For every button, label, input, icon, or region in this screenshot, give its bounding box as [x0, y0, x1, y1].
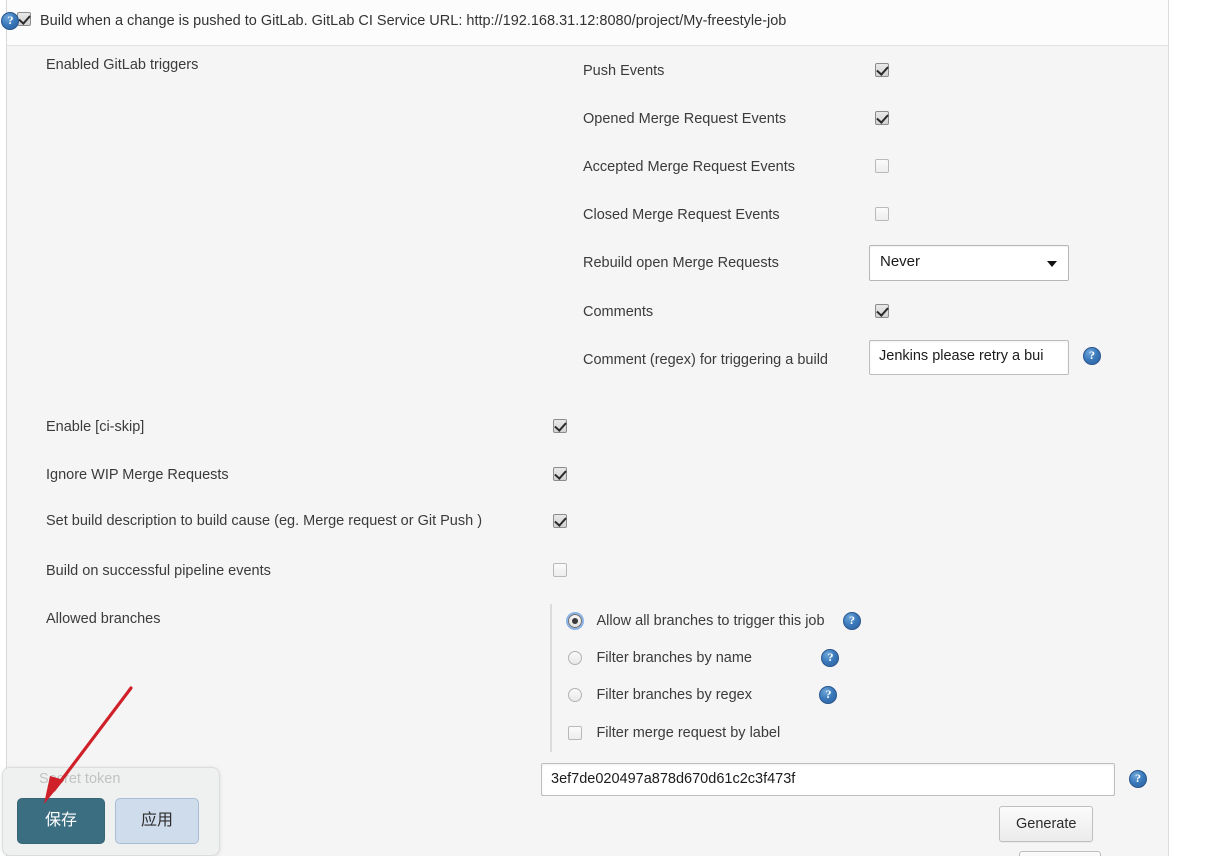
push-events-label: Push Events — [583, 63, 665, 79]
radio-filter-branches-by-name-label: Filter branches by name — [596, 650, 752, 666]
comment-regex-label: Comment (regex) for triggering a build — [583, 352, 828, 368]
save-bar-ghost-label: Secret token — [39, 771, 121, 787]
help-icon[interactable] — [819, 686, 838, 704]
comments-label: Comments — [583, 304, 654, 320]
chevron-down-icon — [1047, 261, 1057, 267]
form-save-bar: Secret token 保存 应用 — [2, 767, 220, 856]
comment-regex-input[interactable]: Jenkins please retry a bui — [869, 340, 1069, 375]
build-when-pushed-checkbox[interactable] — [17, 12, 31, 26]
ignore-wip-merge-requests-checkbox[interactable] — [553, 467, 567, 481]
enable-ci-skip-checkbox[interactable] — [553, 419, 567, 433]
secondary-button-partial[interactable] — [1019, 851, 1101, 856]
build-when-pushed-label: Build when a change is pushed to GitLab.… — [40, 13, 787, 29]
closed-merge-request-events-label: Closed Merge Request Events — [583, 207, 780, 223]
radio-allow-all-branches-input[interactable] — [568, 614, 582, 628]
ignore-wip-merge-requests-label: Ignore WIP Merge Requests — [46, 467, 229, 483]
build-on-successful-pipeline-label: Build on successful pipeline events — [46, 563, 271, 579]
radio-filter-branches-by-name[interactable]: Filter branches by name — [568, 649, 840, 667]
help-icon[interactable] — [1129, 770, 1147, 788]
comments-checkbox[interactable] — [875, 304, 889, 318]
radio-allow-all-branches[interactable]: Allow all branches to trigger this job — [568, 612, 861, 630]
radio-filter-branches-by-regex-input[interactable] — [568, 688, 582, 702]
set-build-description-label: Set build description to build cause (eg… — [46, 513, 483, 529]
radio-filter-branches-by-regex-label: Filter branches by regex — [596, 687, 752, 703]
help-icon[interactable] — [1, 12, 20, 30]
apply-button[interactable]: 应用 — [115, 798, 199, 844]
generate-button[interactable]: Generate — [999, 806, 1094, 842]
help-icon[interactable] — [843, 612, 861, 630]
panel-right-border — [1168, 0, 1169, 856]
enabled-gitlab-triggers-label: Enabled GitLab triggers — [46, 57, 199, 73]
gitlab-trigger-header-row: Build when a change is pushed to GitLab.… — [1, 0, 1168, 46]
enable-ci-skip-label: Enable [ci-skip] — [46, 419, 145, 435]
radio-allow-all-branches-label: Allow all branches to trigger this job — [596, 613, 825, 629]
allowed-branches-radio-group: Allow all branches to trigger this job F… — [550, 604, 980, 752]
radio-filter-branches-by-name-input[interactable] — [568, 651, 582, 665]
rebuild-open-merge-requests-value: Never — [880, 253, 921, 270]
save-button[interactable]: 保存 — [17, 798, 105, 844]
filter-merge-request-by-label-label: Filter merge request by label — [596, 724, 781, 741]
accepted-merge-request-events-checkbox[interactable] — [875, 159, 889, 173]
rebuild-open-merge-requests-select[interactable]: Never — [869, 245, 1069, 281]
rebuild-open-merge-requests-label: Rebuild open Merge Requests — [583, 255, 779, 271]
page-right-gutter — [1170, 0, 1225, 856]
help-icon[interactable] — [1083, 347, 1101, 365]
closed-merge-request-events-checkbox[interactable] — [875, 207, 889, 221]
build-on-successful-pipeline-checkbox[interactable] — [553, 563, 567, 577]
opened-merge-request-events-label: Opened Merge Request Events — [583, 111, 787, 127]
radio-filter-branches-by-regex[interactable]: Filter branches by regex — [568, 686, 838, 704]
config-panel: Build when a change is pushed to GitLab.… — [1, 0, 1169, 856]
opened-merge-request-events-checkbox[interactable] — [875, 111, 889, 125]
accepted-merge-request-events-label: Accepted Merge Request Events — [583, 159, 795, 175]
secret-token-input[interactable]: 3ef7de020497a878d670d61c2c3f473f — [541, 763, 1115, 796]
screenshot-root: Build when a change is pushed to GitLab.… — [0, 0, 1225, 856]
push-events-checkbox[interactable] — [875, 63, 889, 77]
filter-merge-request-by-label-checkbox[interactable] — [568, 725, 582, 740]
set-build-description-checkbox[interactable] — [553, 514, 567, 528]
filter-merge-request-by-label-row[interactable]: Filter merge request by label — [568, 724, 780, 742]
allowed-branches-label: Allowed branches — [46, 611, 161, 627]
help-icon[interactable] — [821, 649, 840, 667]
